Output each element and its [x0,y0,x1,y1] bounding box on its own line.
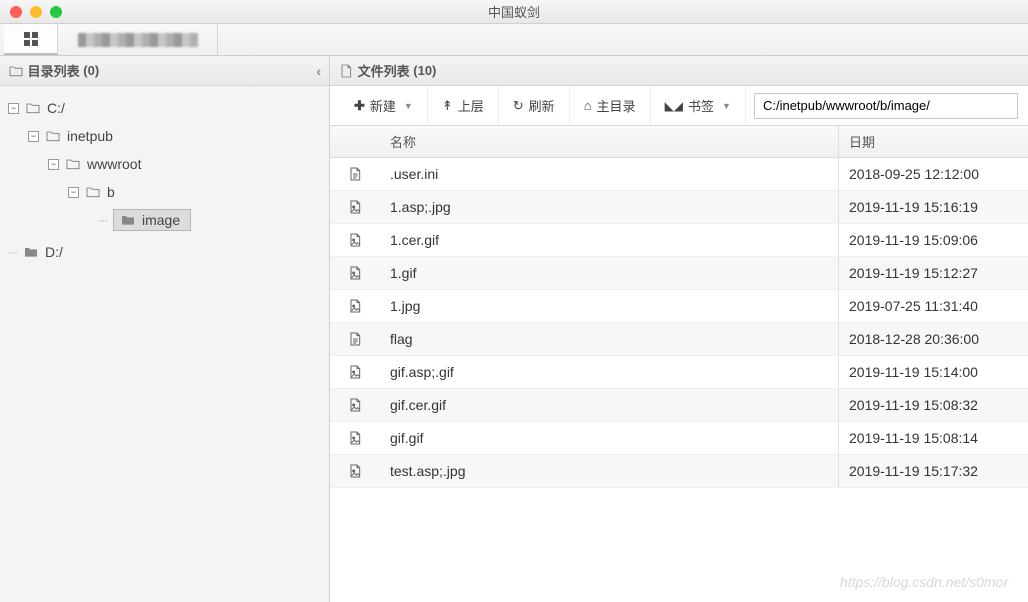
file-date: 2019-11-19 15:17:32 [849,463,978,479]
text-file-icon [347,331,363,347]
new-button[interactable]: ✚ 新建 ▼ [340,86,428,126]
image-file-icon [347,364,363,380]
folder-icon [65,156,81,172]
table-row[interactable]: flag 2018-12-28 20:36:00 [330,323,1028,356]
home-icon: ⌂ [584,98,592,113]
file-rows: .user.ini 2018-09-25 12:12:00 1.asp;.jpg 20… [330,158,1028,602]
table-row[interactable]: gif.cer.gif 2019-11-19 15:08:32 [330,389,1028,422]
file-name: 1.jpg [390,298,420,314]
main-header: 文件列表 (10) [330,56,1028,86]
file-name: 1.asp;.jpg [390,199,451,215]
file-name: test.asp;.jpg [390,463,466,479]
file-name: 1.cer.gif [390,232,439,248]
file-name: .user.ini [390,166,438,182]
tab-home[interactable] [4,24,58,55]
expander-icon[interactable]: − [68,187,79,198]
file-name: flag [390,331,413,347]
tab-session[interactable] [58,24,218,55]
sidebar-title: 目录列表 [28,61,80,80]
expander-icon[interactable]: − [8,103,19,114]
expander-icon[interactable]: − [28,131,39,142]
file-name: gif.asp;.gif [390,364,454,380]
directory-tree: − C:/ − inetpub − wwwroot − b ··· [0,86,329,602]
tree-connector: ··· [8,245,17,259]
folder-icon [85,184,101,200]
window-title: 中国蚁剑 [488,2,540,21]
chevron-down-icon: ▼ [404,101,413,111]
tree-node-inetpub[interactable]: − inetpub [6,122,323,150]
folder-icon [25,100,41,116]
image-file-icon [347,199,363,215]
folder-icon [45,128,61,144]
path-input[interactable] [754,93,1018,119]
file-name: 1.gif [390,265,416,281]
file-date: 2019-11-19 15:16:19 [849,199,978,215]
close-icon[interactable] [10,6,22,18]
bookmark-icon: ◣◢ [665,99,683,113]
file-date: 2019-11-19 15:08:32 [849,397,978,413]
image-file-icon [347,232,363,248]
tree-node-d[interactable]: ··· D:/ [6,238,323,266]
plus-circle-icon: ✚ [354,98,365,114]
image-file-icon [347,298,363,314]
file-name: gif.cer.gif [390,397,446,413]
file-date: 2019-11-19 15:09:06 [849,232,978,248]
folder-icon [120,212,136,228]
table-header: 名称 日期 [330,126,1028,158]
table-row[interactable]: 1.gif 2019-11-19 15:12:27 [330,257,1028,290]
file-date: 2019-11-19 15:12:27 [849,265,978,281]
file-date: 2019-11-19 15:08:14 [849,430,978,446]
collapse-icon[interactable]: ‹ [316,63,321,79]
file-date: 2019-07-25 11:31:40 [849,298,978,314]
refresh-icon: ↻ [513,98,524,114]
maximize-icon[interactable] [50,6,62,18]
col-name-header[interactable]: 名称 [380,132,838,151]
traffic-lights [0,6,62,18]
tree-node-b[interactable]: − b [6,178,323,206]
main-panel: 文件列表 (10) ✚ 新建 ▼ ↟ 上层 ↻ 刷新 ⌂ 主目录 ◣◢ [330,56,1028,602]
tree-node-image[interactable]: ··· image [6,206,323,234]
titlebar: 中国蚁剑 [0,0,1028,24]
up-button[interactable]: ↟ 上层 [428,86,499,126]
image-file-icon [347,397,363,413]
table-row[interactable]: test.asp;.jpg 2019-11-19 15:17:32 [330,455,1028,488]
file-name: gif.gif [390,430,423,446]
image-file-icon [347,463,363,479]
file-date: 2018-12-28 20:36:00 [849,331,979,347]
bookmark-button[interactable]: ◣◢ 书签 ▼ [651,86,746,126]
file-date: 2018-09-25 12:12:00 [849,166,979,182]
tree-node-wwwroot[interactable]: − wwwroot [6,150,323,178]
main-title: 文件列表 [358,61,410,80]
table-row[interactable]: .user.ini 2018-09-25 12:12:00 [330,158,1028,191]
table-row[interactable]: 1.jpg 2019-07-25 11:31:40 [330,290,1028,323]
table-row[interactable]: gif.gif 2019-11-19 15:08:14 [330,422,1028,455]
folder-icon [8,63,24,79]
file-date: 2019-11-19 15:14:00 [849,364,978,380]
image-file-icon [347,430,363,446]
tree-node-c[interactable]: − C:/ [6,94,323,122]
arrow-up-icon: ↟ [442,98,453,114]
text-file-icon [347,166,363,182]
chevron-down-icon: ▼ [722,101,731,111]
col-date-header[interactable]: 日期 [838,126,1028,157]
refresh-button[interactable]: ↻ 刷新 [499,86,570,126]
folder-icon [23,244,39,260]
toolbar: ✚ 新建 ▼ ↟ 上层 ↻ 刷新 ⌂ 主目录 ◣◢ 书签 ▼ [330,86,1028,126]
table-row[interactable]: 1.cer.gif 2019-11-19 15:09:06 [330,224,1028,257]
tab-strip [0,24,1028,56]
table-row[interactable]: 1.asp;.jpg 2019-11-19 15:16:19 [330,191,1028,224]
image-file-icon [347,265,363,281]
home-button[interactable]: ⌂ 主目录 [570,86,651,126]
tree-connector: ··· [98,213,107,227]
table-row[interactable]: gif.asp;.gif 2019-11-19 15:14:00 [330,356,1028,389]
watermark: https://blog.csdn.net/s0mor [840,574,1008,590]
sidebar-header: 目录列表 (0) ‹ [0,56,329,86]
expander-icon[interactable]: − [48,159,59,170]
obscured-text [78,33,198,47]
grid-icon [24,32,38,46]
sidebar: 目录列表 (0) ‹ − C:/ − inetpub − wwwroot − [0,56,330,602]
minimize-icon[interactable] [30,6,42,18]
file-icon [338,63,354,79]
